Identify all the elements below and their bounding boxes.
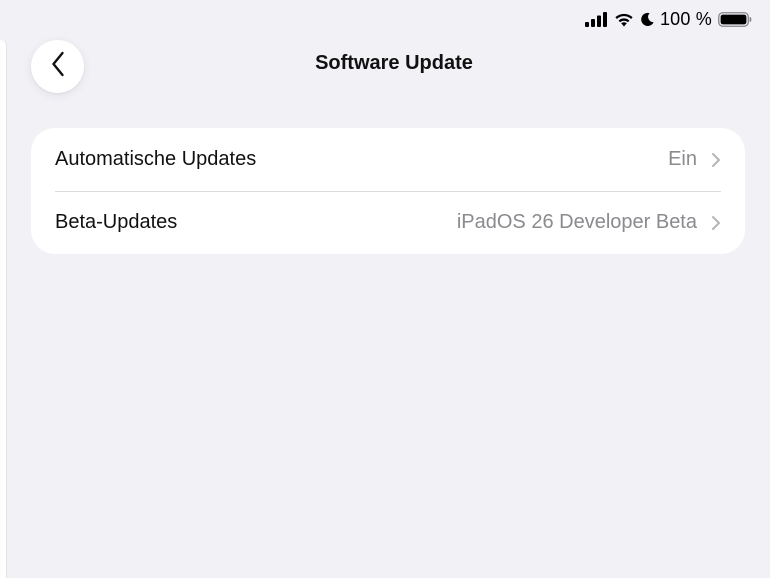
status-bar: 100 % (584, 8, 752, 30)
beta-updates-value: iPadOS 26 Developer Beta (456, 211, 697, 233)
automatic-updates-label: Automatische Updates (55, 148, 257, 170)
automatic-updates-value: Ein (668, 148, 697, 170)
sidebar-edge (0, 40, 7, 578)
beta-updates-row[interactable]: Beta-Updates iPadOS 26 Developer Beta (31, 191, 745, 254)
automatic-updates-row[interactable]: Automatische Updates Ein (31, 128, 745, 191)
wifi-icon (614, 12, 634, 27)
chevron-right-icon (711, 152, 721, 168)
page-title: Software Update (315, 52, 473, 74)
settings-group: Automatische Updates Ein Beta-Updates iP… (31, 128, 745, 254)
cellular-signal-icon (584, 11, 608, 27)
chevron-right-icon (711, 215, 721, 231)
battery-percentage: 100 % (659, 8, 712, 29)
beta-updates-label: Beta-Updates (55, 211, 178, 233)
battery-icon (718, 11, 752, 27)
moon-icon (640, 12, 654, 27)
